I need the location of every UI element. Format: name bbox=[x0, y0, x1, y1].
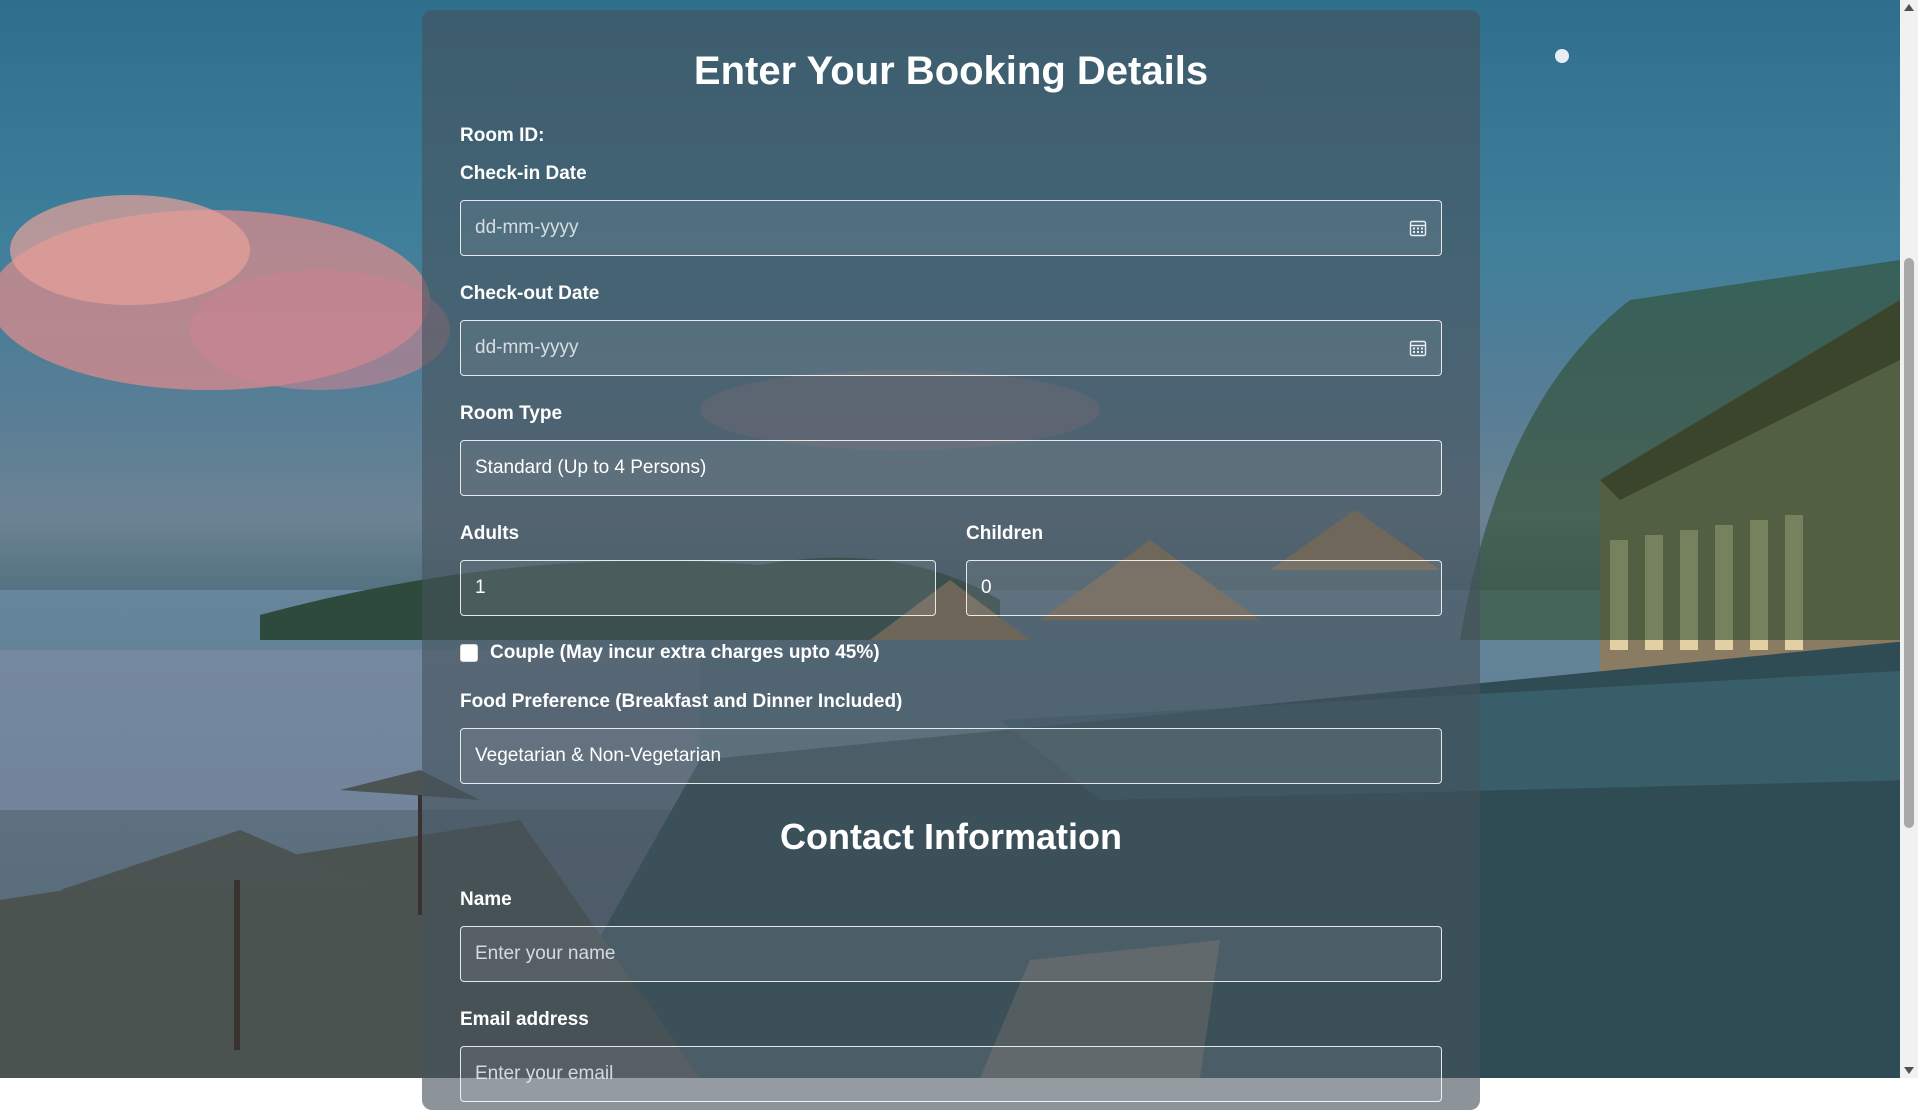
calendar-icon[interactable] bbox=[1409, 339, 1427, 357]
scroll-up-arrow-icon[interactable] bbox=[1904, 4, 1914, 11]
email-input[interactable]: Enter your email bbox=[460, 1046, 1442, 1102]
page-scrollbar[interactable] bbox=[1900, 0, 1918, 1078]
guests-row: Adults 1 Children 0 bbox=[460, 522, 1442, 642]
contact-section-title: Contact Information bbox=[780, 816, 1122, 857]
adults-input[interactable]: 1 bbox=[460, 560, 936, 616]
adults-label: Adults bbox=[460, 523, 520, 544]
checkin-label: Check-in Date bbox=[460, 163, 587, 184]
couple-checkbox-label: Couple (May incur extra charges upto 45%… bbox=[490, 642, 880, 663]
checkin-date-placeholder: dd-mm-yyyy bbox=[475, 217, 579, 238]
email-label: Email address bbox=[460, 1009, 589, 1030]
room-type-select[interactable]: Standard (Up to 4 Persons) bbox=[460, 440, 1442, 496]
checkin-date-input[interactable]: dd-mm-yyyy bbox=[460, 200, 1442, 256]
checkout-date-placeholder: dd-mm-yyyy bbox=[475, 337, 579, 358]
room-type-label: Room Type bbox=[460, 403, 563, 424]
adults-column: Adults 1 bbox=[460, 522, 936, 642]
children-column: Children 0 bbox=[966, 522, 1442, 642]
couple-checkbox[interactable] bbox=[460, 644, 478, 662]
booking-form-card: Enter Your Booking Details Room ID: Chec… bbox=[422, 10, 1480, 1110]
room-id-label: Room ID: bbox=[460, 125, 545, 146]
scroll-down-arrow-icon[interactable] bbox=[1904, 1067, 1914, 1074]
checkout-label: Check-out Date bbox=[460, 283, 600, 304]
name-placeholder: Enter your name bbox=[475, 943, 616, 964]
scrollbar-thumb[interactable] bbox=[1904, 258, 1914, 828]
booking-form-title: Enter Your Booking Details bbox=[693, 49, 1209, 93]
food-preference-label: Food Preference (Breakfast and Dinner In… bbox=[460, 691, 903, 712]
children-input[interactable]: 0 bbox=[966, 560, 1442, 616]
children-label: Children bbox=[966, 523, 1044, 544]
room-id-row: Room ID: bbox=[460, 124, 1442, 148]
checkout-date-input[interactable]: dd-mm-yyyy bbox=[460, 320, 1442, 376]
calendar-icon[interactable] bbox=[1409, 219, 1427, 237]
name-input[interactable]: Enter your name bbox=[460, 926, 1442, 982]
food-preference-select[interactable]: Vegetarian & Non-Vegetarian bbox=[460, 728, 1442, 784]
name-label: Name bbox=[460, 889, 512, 910]
couple-option[interactable]: Couple (May incur extra charges upto 45%… bbox=[460, 642, 1442, 664]
email-placeholder: Enter your email bbox=[475, 1063, 614, 1084]
